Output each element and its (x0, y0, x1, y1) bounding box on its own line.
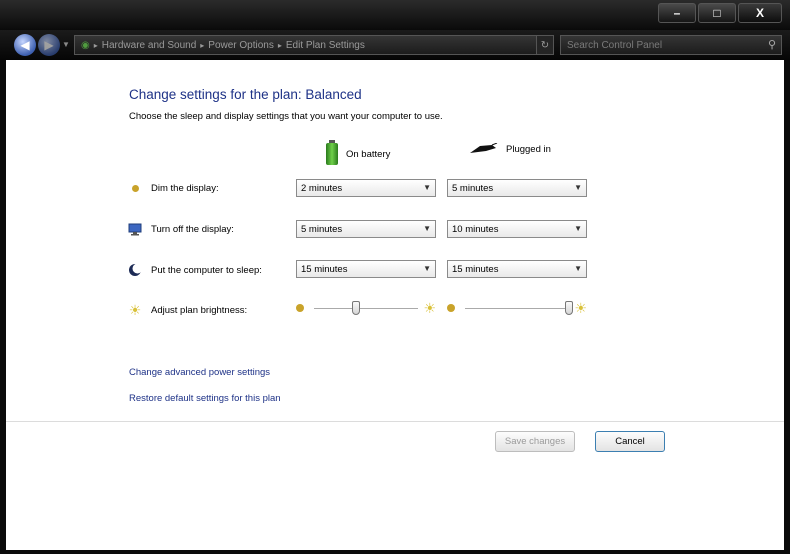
bright-brightness-icon: ☀ (423, 300, 436, 316)
page-subtitle: Choose the sleep and display settings th… (129, 111, 443, 122)
column-on-battery-label: On battery (346, 148, 391, 160)
selected-value: 5 minutes (452, 182, 494, 194)
recent-pages-dropdown-icon[interactable]: ▼ (62, 40, 70, 49)
dim-display-on-battery-select[interactable]: 2 minutes ▼ (296, 179, 436, 197)
divider (6, 421, 784, 422)
column-plugged-in-label: Plugged in (506, 143, 551, 155)
selected-value: 15 minutes (301, 263, 348, 275)
search-placeholder: Search Control Panel (567, 39, 663, 51)
setting-label: Dim the display: (151, 182, 219, 194)
breadcrumb-power-options[interactable]: Power Options (208, 40, 274, 51)
setting-row-turn-off-display: Turn off the display: (128, 222, 234, 236)
battery-icon (326, 140, 338, 165)
selected-value: 2 minutes (301, 182, 343, 194)
brightness-on-battery-slider[interactable]: ☀ (296, 300, 436, 318)
turn-off-display-on-battery-select[interactable]: 5 minutes ▼ (296, 220, 436, 238)
turn-off-display-plugged-in-select[interactable]: 10 minutes ▼ (447, 220, 587, 238)
column-plugged-in: Plugged in (468, 143, 551, 155)
dim-brightness-icon (296, 304, 304, 312)
slider-track (314, 308, 418, 309)
bright-brightness-icon: ☀ (574, 300, 587, 316)
setting-label: Adjust plan brightness: (151, 304, 248, 316)
dim-display-icon (128, 181, 142, 195)
selected-value: 15 minutes (452, 263, 499, 275)
setting-row-sleep: Put the computer to sleep: (128, 263, 262, 277)
edit-plan-settings-window: – □ X ◀ ▶ ▼ ◉ ▸ Hardware and Sound ▸ Pow… (0, 0, 790, 554)
sun-icon: ☀ (128, 301, 142, 318)
content-pane: Change settings for the plan: Balanced C… (6, 60, 784, 550)
address-bar[interactable]: ◉ ▸ Hardware and Sound ▸ Power Options ▸… (74, 35, 552, 55)
breadcrumb-edit-plan-settings[interactable]: Edit Plan Settings (286, 40, 365, 51)
dim-brightness-icon (447, 304, 455, 312)
selected-value: 5 minutes (301, 223, 343, 235)
cancel-button[interactable]: Cancel (595, 431, 665, 452)
search-icon[interactable]: ⚲ (768, 38, 776, 51)
moon-icon (128, 263, 142, 277)
sleep-plugged-in-select[interactable]: 15 minutes ▼ (447, 260, 587, 278)
page-title: Change settings for the plan: Balanced (129, 87, 362, 102)
chevron-down-icon: ▼ (423, 224, 431, 233)
control-panel-icon: ◉ (81, 39, 90, 51)
chevron-down-icon: ▼ (423, 264, 431, 273)
title-bar: – □ X (0, 0, 790, 30)
setting-row-dim-display: Dim the display: (128, 181, 219, 195)
monitor-icon (128, 222, 142, 236)
brightness-plugged-in-slider[interactable]: ☀ (447, 300, 587, 318)
close-button[interactable]: X (738, 3, 782, 23)
change-advanced-settings-link[interactable]: Change advanced power settings (129, 367, 270, 378)
back-arrow-icon[interactable]: ◀ (14, 34, 36, 56)
breadcrumb-hardware-and-sound[interactable]: Hardware and Sound (102, 40, 197, 51)
selected-value: 10 minutes (452, 223, 499, 235)
setting-label: Turn off the display: (151, 223, 234, 235)
forward-arrow-icon[interactable]: ▶ (38, 34, 60, 56)
chevron-down-icon: ▼ (574, 264, 582, 273)
sleep-on-battery-select[interactable]: 15 minutes ▼ (296, 260, 436, 278)
breadcrumb-separator-icon: ▸ (93, 40, 98, 50)
refresh-icon[interactable]: ↻ (536, 35, 554, 55)
save-changes-button[interactable]: Save changes (495, 431, 575, 452)
slider-thumb[interactable] (565, 301, 573, 315)
chevron-down-icon: ▼ (574, 183, 582, 192)
minimize-button[interactable]: – (658, 3, 696, 23)
slider-track (465, 308, 569, 309)
chevron-down-icon: ▼ (574, 224, 582, 233)
setting-label: Put the computer to sleep: (151, 264, 262, 276)
setting-row-brightness: ☀ Adjust plan brightness: (128, 301, 248, 318)
search-input[interactable]: Search Control Panel ⚲ (560, 35, 782, 55)
slider-thumb[interactable] (351, 301, 360, 315)
window-controls: – □ X (658, 3, 782, 23)
plug-icon (470, 143, 498, 153)
maximize-button[interactable]: □ (698, 3, 736, 23)
column-on-battery: On battery (326, 140, 391, 165)
breadcrumb-separator-icon: ▸ (200, 40, 205, 50)
chevron-down-icon: ▼ (423, 183, 431, 192)
restore-defaults-link[interactable]: Restore default settings for this plan (129, 393, 281, 404)
breadcrumb-separator-icon: ▸ (277, 40, 282, 50)
navigation-bar: ◀ ▶ ▼ ◉ ▸ Hardware and Sound ▸ Power Opt… (0, 30, 790, 60)
dim-display-plugged-in-select[interactable]: 5 minutes ▼ (447, 179, 587, 197)
